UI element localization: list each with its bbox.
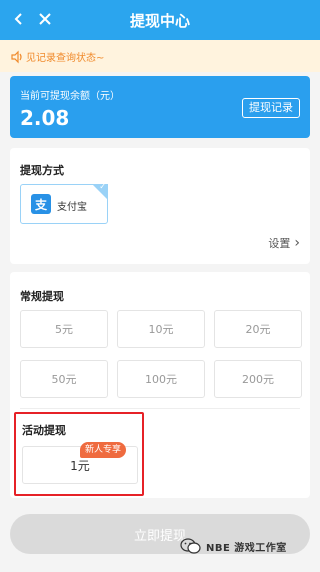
new-user-badge: 新人专享 [80, 442, 127, 458]
balance-card: 当前可提现余额（元） 2.08 提现记录 [10, 76, 310, 138]
withdraw-records-button[interactable]: 提现记录 [242, 98, 300, 118]
notice-bar: 见记录查询状态~ [0, 40, 320, 72]
notice-text: 见记录查询状态~ [26, 52, 105, 64]
amount-grid: 5元 10元 20元 50元 100元 200元 [20, 310, 302, 398]
check-icon: ✓ [99, 182, 106, 191]
amount-option[interactable]: 200元 [214, 360, 302, 398]
speaker-icon [10, 49, 24, 64]
activity-title: 活动提现 [22, 424, 66, 437]
amount-option[interactable]: 10元 [117, 310, 205, 348]
watermark-text: NBE 游戏工作室 [206, 542, 287, 554]
alipay-label: 支付宝 [57, 202, 87, 213]
amount-option[interactable]: 20元 [214, 310, 302, 348]
amount-option[interactable]: 5元 [20, 310, 108, 348]
withdraw-amount-card: 常规提现 5元 10元 20元 50元 100元 200元 活动提现 1元 新人… [10, 272, 310, 498]
top-bar: 提现中心 [0, 0, 320, 40]
page-title: 提现中心 [129, 12, 190, 30]
activity-section: 活动提现 1元 新人专享 [14, 412, 144, 496]
withdraw-method-card: 提现方式 支 支付宝 ✓ 设置 › [10, 148, 310, 264]
watermark: NBE 游戏工作室 [180, 537, 287, 555]
divider [20, 408, 300, 409]
chevron-right-icon: › [294, 235, 300, 251]
alipay-icon: 支 [31, 194, 51, 214]
wechat-icon [180, 537, 202, 555]
method-title: 提现方式 [20, 164, 64, 177]
amount-option[interactable]: 50元 [20, 360, 108, 398]
alipay-option[interactable]: 支 支付宝 ✓ [20, 182, 108, 224]
balance-label: 当前可提现余额（元） [20, 91, 120, 102]
amount-option[interactable]: 100元 [117, 360, 205, 398]
settings-label: 设置 [268, 237, 291, 250]
regular-title: 常规提现 [20, 290, 64, 303]
balance-amount: 2.08 [20, 106, 70, 130]
settings-link[interactable]: 设置 › [268, 235, 300, 251]
